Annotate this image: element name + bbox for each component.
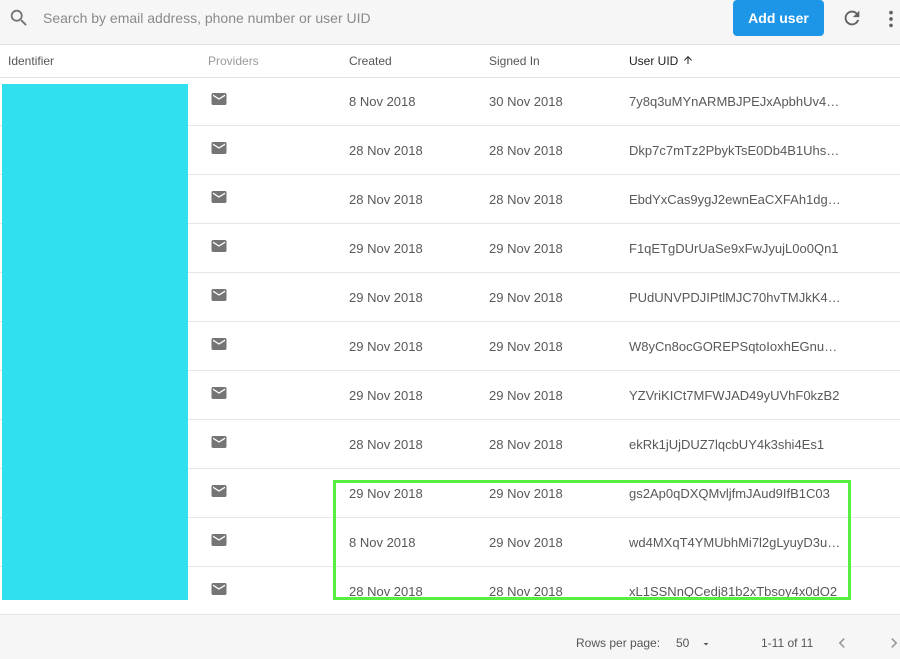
dropdown-caret-icon xyxy=(703,643,709,646)
created-date: 28 Nov 2018 xyxy=(349,437,423,452)
created-date: 29 Nov 2018 xyxy=(349,241,423,256)
chevron-right-icon[interactable] xyxy=(884,633,900,653)
rows-per-page-select[interactable]: 50 xyxy=(676,636,716,652)
user-uid: W8yCn8ocGOREPSqtoIoxhEGnuqw1 xyxy=(629,339,841,354)
redacted-identifier-block xyxy=(2,84,188,600)
created-date: 28 Nov 2018 xyxy=(349,192,423,207)
created-date: 8 Nov 2018 xyxy=(349,94,416,109)
user-uid: F1qETgDUrUaSe9xFwJyujL0o0Qn1 xyxy=(629,241,839,256)
signed-in-date: 28 Nov 2018 xyxy=(489,437,563,452)
search-icon xyxy=(10,9,27,26)
mail-icon xyxy=(208,384,230,400)
signed-in-date: 28 Nov 2018 xyxy=(489,192,563,207)
mail-icon xyxy=(208,335,230,351)
mail-icon xyxy=(208,433,230,449)
signed-in-date: 29 Nov 2018 xyxy=(489,241,563,256)
mail-icon xyxy=(208,139,230,155)
column-header-signed-in[interactable]: Signed In xyxy=(489,54,540,68)
created-date: 29 Nov 2018 xyxy=(349,339,423,354)
mail-icon xyxy=(208,482,230,498)
user-uid: Dkp7c7mTz2PbykTsE0Db4B1UhsP2 xyxy=(629,143,841,158)
chevron-left-icon[interactable] xyxy=(832,633,852,653)
arrow-up-icon xyxy=(684,56,693,64)
mail-icon xyxy=(208,286,230,302)
column-header-identifier[interactable]: Identifier xyxy=(8,54,54,68)
column-header-user-uid-label: User UID xyxy=(629,54,679,68)
signed-in-date: 30 Nov 2018 xyxy=(489,94,563,109)
rows-per-page-label: Rows per page: xyxy=(576,636,661,650)
signed-in-date: 28 Nov 2018 xyxy=(489,143,563,158)
highlight-box xyxy=(333,480,851,600)
more-vert-icon[interactable] xyxy=(880,8,900,30)
column-header-user-uid[interactable]: User UID xyxy=(629,54,694,68)
user-uid: EbdYxCas9ygJ2ewnEaCXFAh1dgq2 xyxy=(629,192,841,207)
pagination-bar: Rows per page: 50 1-11 of 11 xyxy=(0,614,900,659)
signed-in-date: 29 Nov 2018 xyxy=(489,290,563,305)
created-date: 28 Nov 2018 xyxy=(349,143,423,158)
mail-icon xyxy=(208,188,230,204)
created-date: 29 Nov 2018 xyxy=(349,290,423,305)
mail-icon xyxy=(208,237,230,253)
created-date: 29 Nov 2018 xyxy=(349,388,423,403)
user-uid: PUdUNVPDJIPtlMJC70hvTMJkK4… xyxy=(629,290,841,305)
mail-icon xyxy=(208,90,230,106)
rows-per-page-value: 50 xyxy=(676,636,690,650)
add-user-button[interactable]: Add user xyxy=(733,0,824,36)
signed-in-date: 29 Nov 2018 xyxy=(489,339,563,354)
mail-icon xyxy=(208,580,230,596)
page-range-text: 1-11 of 11 xyxy=(761,636,814,650)
mail-icon xyxy=(208,531,230,547)
column-header-providers: Providers xyxy=(208,54,259,68)
top-toolbar: Add user xyxy=(0,0,900,45)
search-input[interactable] xyxy=(43,8,643,28)
user-uid: 7y8q3uMYnARMBJPEJxApbhUv4X… xyxy=(629,94,841,109)
signed-in-date: 29 Nov 2018 xyxy=(489,388,563,403)
column-header-created[interactable]: Created xyxy=(349,54,392,68)
user-uid: ekRk1jUjDUZ7lqcbUY4k3shi4Es1 xyxy=(629,437,825,452)
refresh-icon[interactable] xyxy=(841,7,863,29)
user-uid: YZVriKICt7MFWJAD49yUVhF0kzB2 xyxy=(629,388,840,403)
table-header: Identifier Providers Created Signed In U… xyxy=(0,45,900,78)
